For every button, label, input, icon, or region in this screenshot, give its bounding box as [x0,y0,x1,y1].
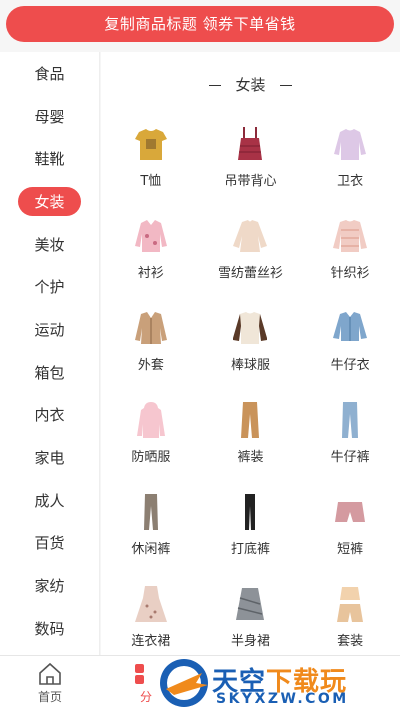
subcategory-skirt[interactable]: 半身裙 [201,574,301,660]
subcategory-dress[interactable]: 连衣裙 [101,574,201,660]
subcategory-label: 休闲裤 [131,542,171,557]
title-dash-left [209,84,222,87]
subcategory-label: 裤装 [237,450,264,465]
sidebar-item-baby[interactable]: 母婴 [0,95,99,138]
chiffon-blouse-icon [228,212,272,256]
sidebar-item-label: 女装 [18,186,81,216]
subcategory-tshirt[interactable]: T恤 [101,114,201,200]
subcategory-leggings[interactable]: 打底裤 [201,482,301,568]
site-watermark: 天空下载玩 SKYXZW.COM [156,655,400,711]
subcategory-denim-jacket[interactable]: 牛仔衣 [300,298,400,384]
sidebar-item-label: 鞋靴 [34,150,65,169]
shirt-icon [129,212,173,256]
subcategory-label: 牛仔裤 [330,450,370,465]
subcategory-label: 卫衣 [337,174,364,189]
watermark-logo-icon [160,659,208,707]
subcategory-sweatshirt[interactable]: 卫衣 [300,114,400,200]
section-title-text: 女装 [235,76,266,94]
subcategory-casual-pants[interactable]: 休闲裤 [101,482,201,568]
knit-sweater-icon [328,212,372,256]
subcategory-coat[interactable]: 外套 [101,298,201,384]
subcategory-knit-sweater[interactable]: 针织衫 [300,206,400,292]
subcategory-baseball-jacket[interactable]: 棒球服 [201,298,301,384]
tab-home[interactable]: 首页 [20,662,80,705]
sidebar-item-label: 个护 [34,278,65,297]
dress-icon [129,580,173,624]
subcategory-label: 针织衫 [330,266,370,281]
casual-pants-icon [129,488,173,532]
section-title: 女装 [101,74,400,95]
sidebar-item-food[interactable]: 食品 [0,52,99,95]
watermark-domain: SKYXZW.COM [216,691,349,707]
subcategory-label: 套装 [337,634,364,649]
subcategory-label: 短裤 [337,542,364,557]
subcategory-label: 外套 [137,358,164,373]
skirt-icon [228,580,272,624]
trousers-icon [228,396,272,440]
jeans-icon [328,396,372,440]
sidebar-item-home-textiles[interactable]: 家纺 [0,564,99,607]
tshirt-icon [129,120,173,164]
sidebar-item-beauty[interactable]: 美妆 [0,223,99,266]
subcategory-label: 牛仔衣 [330,358,370,373]
sidebar-item-label: 家电 [34,449,65,468]
subcategory-label: 防晒服 [131,450,171,465]
subcategory-chiffon-blouse[interactable]: 雪纺蕾丝衫 [201,206,301,292]
sidebar-item-label: 数码 [34,619,65,638]
tab-home-label: 首页 [37,690,62,704]
sidebar-item-label: 箱包 [34,363,65,382]
top-bar: 复制商品标题 领券下单省钱 [0,0,400,52]
sidebar-item-bags[interactable]: 箱包 [0,351,99,394]
subcategory-trousers[interactable]: 裤装 [201,390,301,476]
sidebar-item-label: 运动 [34,320,65,339]
baseball-jacket-icon [228,304,272,348]
sidebar-item-womens-clothing[interactable]: 女装 [0,180,99,223]
subcategory-camisole[interactable]: 吊带背心 [201,114,301,200]
shorts-icon [328,488,372,532]
subcategory-label: 棒球服 [230,358,270,373]
subcategory-shorts[interactable]: 短裤 [300,482,400,568]
title-dash-right [279,84,292,87]
outfit-set-icon [328,580,372,624]
sidebar-item-label: 食品 [34,64,65,83]
subcategory-label: 衬衫 [137,266,164,281]
sidebar-item-sports[interactable]: 运动 [0,308,99,351]
subcategory-shirt[interactable]: 衬衫 [101,206,201,292]
category-sidebar: 食品 母婴 鞋靴 女装 美妆 个护 运动 箱包 内衣 家电 成人 百货 家纺 数… [0,52,100,656]
sidebar-item-appliances[interactable]: 家电 [0,436,99,479]
subcategory-grid: T恤 吊带背心 卫衣 衬衫 雪纺蕾丝衫 针织衫 外套 棒球服 牛仔衣 防晒服 裤… [101,114,400,660]
subcategory-outfit-set[interactable]: 套装 [300,574,400,660]
subcategory-label: 半身裙 [230,634,270,649]
subcategory-jeans[interactable]: 牛仔裤 [300,390,400,476]
sun-protection-jacket-icon [129,396,173,440]
subcategory-label: 吊带背心 [224,174,277,189]
sweatshirt-icon [328,120,372,164]
subcategory-label: 打底裤 [230,542,270,557]
subcategory-label: 雪纺蕾丝衫 [217,266,283,281]
subcategory-label: T恤 [140,174,162,189]
sidebar-item-digital[interactable]: 数码 [0,607,99,650]
subcategory-panel: 女装 T恤 吊带背心 卫衣 衬衫 雪纺蕾丝衫 针织衫 外套 棒球服 牛仔衣 防晒… [101,52,400,656]
subcategory-sun-protection[interactable]: 防晒服 [101,390,201,476]
sidebar-item-underwear[interactable]: 内衣 [0,394,99,437]
subcategory-label: 连衣裙 [131,634,171,649]
denim-jacket-icon [328,304,372,348]
home-icon [39,662,61,685]
sidebar-item-label: 家纺 [34,577,65,596]
sidebar-item-personal-care[interactable]: 个护 [0,265,99,308]
sidebar-item-adult[interactable]: 成人 [0,479,99,522]
sidebar-item-label: 美妆 [34,235,65,254]
leggings-icon [228,488,272,532]
sidebar-item-label: 母婴 [34,107,65,126]
tab-category-label: 分 [139,690,152,704]
sidebar-item-label: 内衣 [34,406,65,425]
sidebar-item-general-goods[interactable]: 百货 [0,522,99,565]
copy-title-search-bar[interactable]: 复制商品标题 领券下单省钱 [6,6,394,42]
camisole-icon [228,120,272,164]
coat-icon [129,304,173,348]
sidebar-item-label: 成人 [34,491,65,510]
sidebar-item-shoes[interactable]: 鞋靴 [0,137,99,180]
sidebar-item-label: 百货 [34,534,65,553]
